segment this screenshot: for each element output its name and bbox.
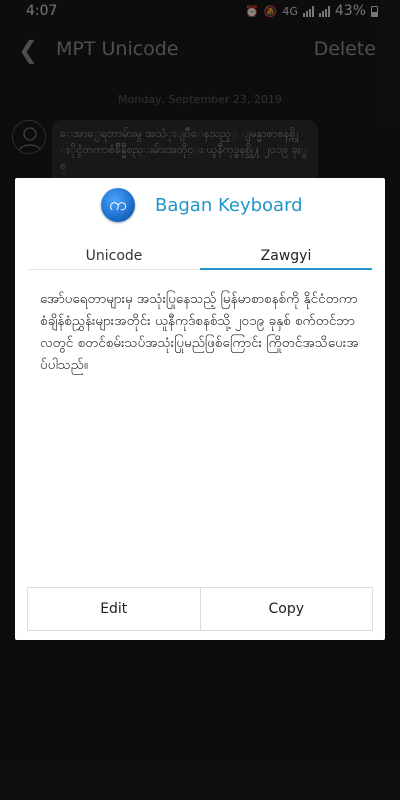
dialog-actions: Edit Copy — [27, 587, 373, 631]
keyboard-dialog: က Bagan Keyboard Unicode Zawgyi အော်ပရေတ… — [15, 178, 385, 640]
tab-unicode[interactable]: Unicode — [28, 244, 200, 270]
edit-button[interactable]: Edit — [28, 588, 200, 630]
dialog-title: Bagan Keyboard — [155, 195, 303, 216]
encoding-tabs: Unicode Zawgyi — [28, 244, 373, 270]
dialog-header: က Bagan Keyboard — [15, 178, 385, 234]
keyboard-logo-icon: က — [101, 188, 135, 222]
copy-button[interactable]: Copy — [199, 588, 373, 630]
screen: 4:07 ⏰ 🔕 4G 43% ❮ MPT Unicode Delete Mon… — [0, 0, 400, 800]
converted-text: အော်ပရေတာများမှ အသုံးပြုနေသည့် မြန်မာစာစ… — [40, 291, 359, 373]
tab-zawgyi[interactable]: Zawgyi — [200, 244, 372, 270]
